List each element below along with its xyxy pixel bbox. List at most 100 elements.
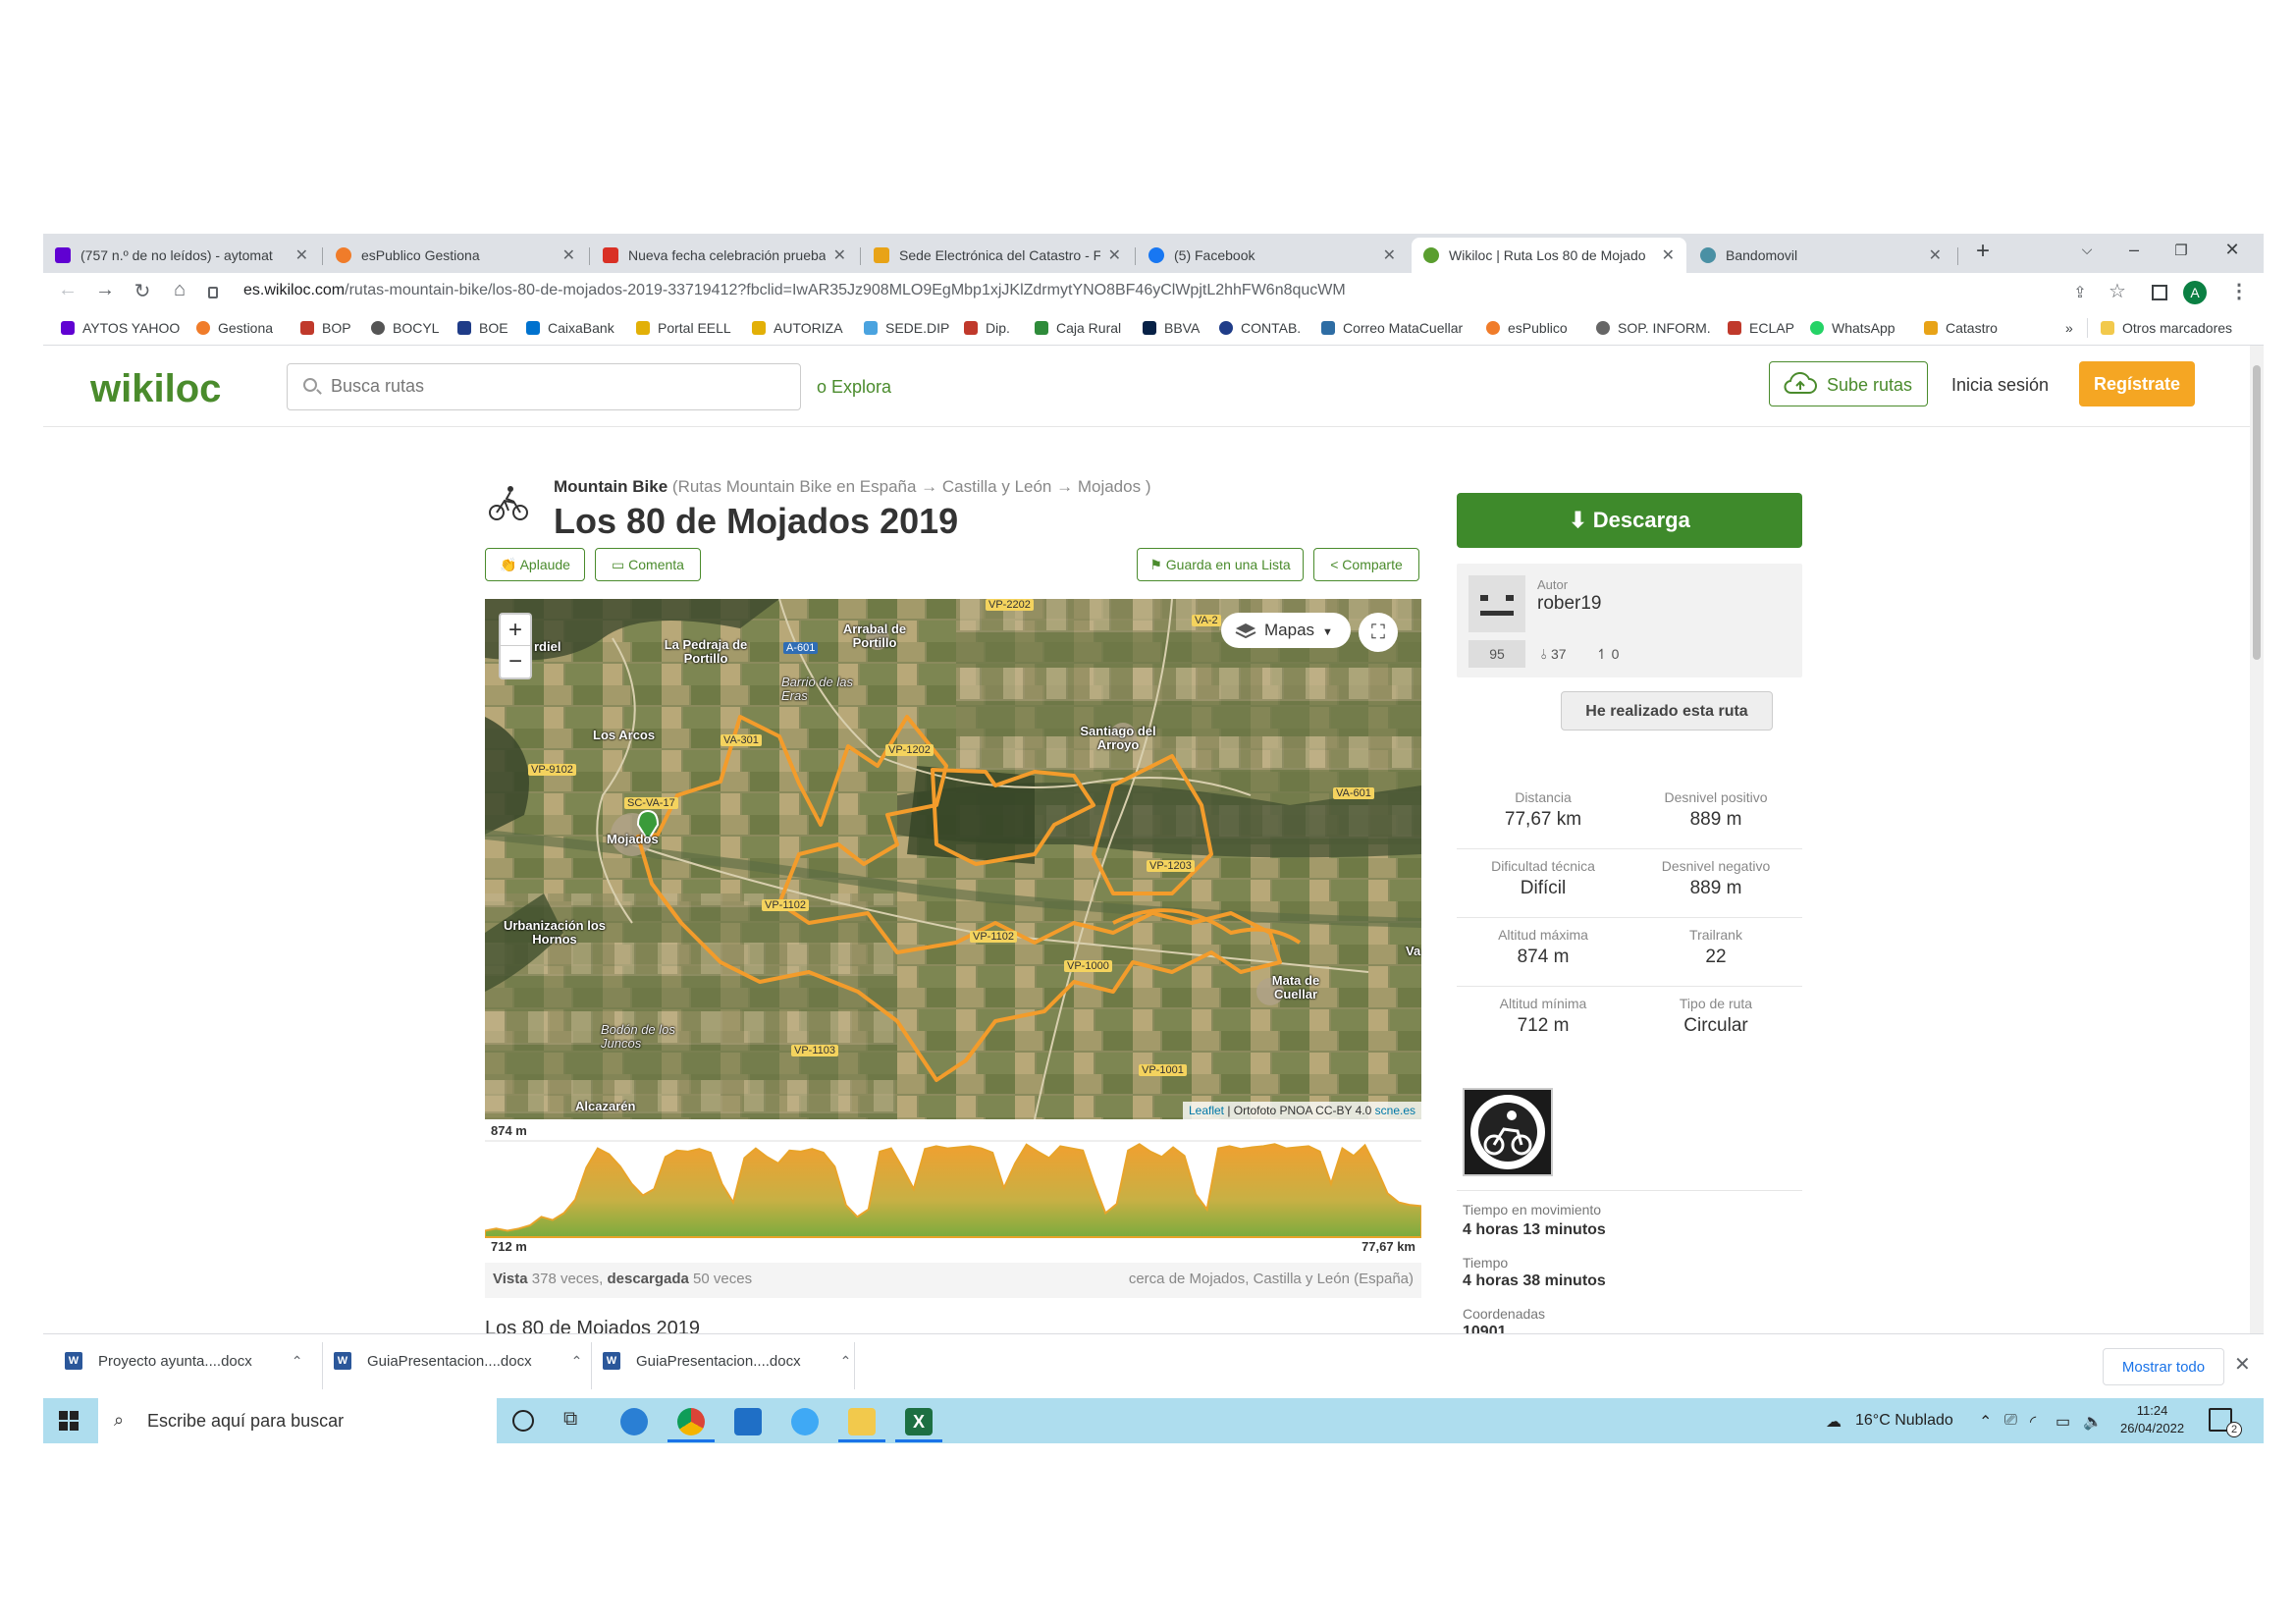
taskbar-search-input[interactable]: ⌕ Escribe aquí para buscar [98, 1398, 497, 1443]
tab-bandomovil[interactable]: Bandomovil ✕ [1688, 238, 1953, 273]
menu-icon[interactable]: ⋮ [2224, 279, 2254, 303]
cortana-icon[interactable] [512, 1410, 534, 1432]
mail-icon[interactable] [734, 1408, 762, 1435]
bookmark-espublico[interactable]: esPublico [1486, 320, 1568, 336]
bookmark-portal-eell[interactable]: Portal EELL [636, 320, 731, 336]
login-link[interactable]: Inicia sesión [1951, 375, 2049, 396]
weather-text[interactable]: 16°C Nublado [1855, 1412, 1953, 1430]
bookmark-bop[interactable]: BOP [300, 320, 351, 336]
close-tab-icon[interactable]: ✕ [1662, 245, 1675, 265]
side-panel-icon[interactable] [2152, 285, 2167, 300]
network-icon[interactable]: ◜ [2030, 1412, 2036, 1432]
close-tab-icon[interactable]: ✕ [562, 245, 575, 265]
tab-yahoo[interactable]: (757 n.º de no leídos) - aytomat ✕ [43, 238, 320, 273]
share-button[interactable]: < Comparte [1313, 548, 1419, 581]
bookmarks-more-button[interactable]: » [2065, 320, 2073, 336]
bookmark-bbva[interactable]: BBVA [1143, 320, 1200, 336]
excel-icon[interactable]: X [905, 1408, 933, 1435]
bookmark-contab[interactable]: CONTAB. [1219, 320, 1301, 336]
bookmark-star-icon[interactable]: ☆ [2103, 279, 2132, 303]
tray-expand-icon[interactable]: ⌃ [1979, 1412, 1992, 1432]
leaflet-link[interactable]: Leaflet [1189, 1104, 1224, 1117]
minimize-button[interactable]: – [2114, 240, 2154, 260]
close-tab-icon[interactable]: ✕ [1383, 245, 1396, 265]
download-button[interactable]: ⬇ Descarga [1457, 493, 1802, 548]
close-tab-icon[interactable]: ✕ [295, 245, 308, 265]
meet-now-icon[interactable]: ⎚ [2004, 1412, 2017, 1430]
system-clock[interactable]: 11:24 26/04/2022 [2120, 1402, 2184, 1437]
scroll-thumb[interactable] [2253, 365, 2261, 660]
done-trail-button[interactable]: He realizado esta ruta [1561, 691, 1773, 731]
address-bar[interactable]: es.wikiloc.com/rutas-mountain-bike/los-8… [243, 282, 1346, 299]
applaud-button[interactable]: 👏 Aplaude [485, 548, 585, 581]
task-view-icon[interactable]: ⧉ [563, 1408, 577, 1431]
tab-gmail[interactable]: Nueva fecha celebración prueba ✕ [591, 238, 858, 273]
register-button[interactable]: Regístrate [2079, 361, 2195, 406]
breadcrumb[interactable]: (Rutas Mountain Bike en España → Castill… [672, 477, 1151, 496]
tab-facebook[interactable]: (5) Facebook ✕ [1137, 238, 1408, 273]
zoom-in-button[interactable]: + [501, 615, 530, 646]
profile-avatar[interactable]: A [2183, 281, 2207, 304]
edge-icon[interactable] [620, 1408, 648, 1435]
forward-icon[interactable]: → [90, 279, 120, 301]
tab-catastro[interactable]: Sede Electrónica del Catastro - F ✕ [862, 238, 1133, 273]
close-tab-icon[interactable]: ✕ [1929, 245, 1942, 265]
trail-map[interactable]: rdiel La Pedraja de Portillo Arrabal de … [485, 599, 1421, 1119]
bookmark-whatsapp[interactable]: WhatsApp [1810, 320, 1896, 336]
share-page-icon[interactable]: ⇪ [2065, 283, 2095, 302]
tab-espublico[interactable]: esPublico Gestiona ✕ [324, 238, 587, 273]
fullscreen-icon[interactable]: ⛶ [1359, 613, 1398, 652]
download-item[interactable]: W Proyecto ayunta....docx ⌃ [65, 1352, 303, 1370]
save-list-button[interactable]: ⚑ Guarda en una Lista [1137, 548, 1304, 581]
close-window-button[interactable]: ✕ [2213, 240, 2252, 260]
bookmark-catastro[interactable]: Catastro [1924, 320, 1998, 336]
restore-button[interactable]: ❐ [2162, 242, 2201, 259]
bookmark-aytos-yahoo[interactable]: AYTOS YAHOO [61, 320, 180, 336]
bookmark-eclap[interactable]: ECLAP [1728, 320, 1794, 336]
close-downloads-icon[interactable]: ✕ [2234, 1352, 2251, 1377]
internet-explorer-icon[interactable] [791, 1408, 819, 1435]
tab-wikiloc[interactable]: Wikiloc | Ruta Los 80 de Mojado ✕ [1412, 238, 1686, 273]
bookmark-gestiona[interactable]: Gestiona [196, 320, 273, 336]
bookmark-sede-dip[interactable]: SEDE.DIP [864, 320, 949, 336]
volume-icon[interactable]: 🔈 [2083, 1412, 2103, 1432]
bookmark-dip[interactable]: Dip. [964, 320, 1010, 336]
chevron-up-icon[interactable]: ⌃ [571, 1353, 583, 1370]
bookmark-boe[interactable]: BOE [457, 320, 508, 336]
bookmark-sop-inform[interactable]: SOP. INFORM. [1596, 320, 1711, 336]
close-tab-icon[interactable]: ✕ [833, 245, 846, 265]
zoom-out-button[interactable]: − [501, 646, 530, 677]
tab-search-icon[interactable]: ⌵ [2067, 242, 2107, 258]
club-logo-image[interactable] [1463, 1088, 1553, 1176]
wikiloc-logo[interactable]: wikiloc [90, 367, 221, 411]
comment-button[interactable]: ▭ Comenta [595, 548, 701, 581]
new-tab-button[interactable]: + [1963, 238, 2002, 265]
close-tab-icon[interactable]: ✕ [1108, 245, 1121, 265]
battery-icon[interactable]: ▭ [2056, 1412, 2070, 1432]
windows-start-icon[interactable] [59, 1411, 79, 1431]
download-item[interactable]: W GuiaPresentacion....docx ⌃ [603, 1352, 851, 1370]
bookmark-correo[interactable]: Correo MataCuellar [1321, 320, 1463, 336]
other-bookmarks[interactable]: Otros marcadores [2101, 320, 2232, 336]
search-input[interactable]: Busca rutas [287, 363, 801, 410]
bookmark-autoriza[interactable]: AUTORIZA [752, 320, 843, 336]
home-icon[interactable]: ⌂ [165, 279, 194, 301]
chevron-up-icon[interactable]: ⌃ [840, 1353, 852, 1370]
chrome-icon[interactable] [677, 1408, 705, 1435]
activity-type[interactable]: Mountain Bike [554, 477, 667, 496]
bookmark-caja-rural[interactable]: Caja Rural [1035, 320, 1121, 336]
page-scrollbar[interactable] [2250, 346, 2264, 1333]
scne-link[interactable]: scne.es [1375, 1104, 1415, 1117]
bookmark-caixabank[interactable]: CaixaBank [526, 320, 614, 336]
back-icon[interactable]: ← [53, 279, 82, 301]
download-item[interactable]: W GuiaPresentacion....docx ⌃ [334, 1352, 582, 1370]
author-name[interactable]: rober19 [1537, 593, 1602, 615]
file-explorer-icon[interactable] [848, 1408, 876, 1435]
explora-link[interactable]: o Explora [817, 377, 891, 398]
show-all-downloads-button[interactable]: Mostrar todo [2103, 1348, 2224, 1385]
author-avatar[interactable] [1468, 575, 1525, 632]
bookmark-bocyl[interactable]: BOCYL [371, 320, 439, 336]
chevron-up-icon[interactable]: ⌃ [292, 1353, 303, 1370]
elevation-profile[interactable]: 874 m 712 m 77,67 km [484, 1121, 1422, 1259]
reload-icon[interactable]: ↻ [128, 279, 157, 303]
